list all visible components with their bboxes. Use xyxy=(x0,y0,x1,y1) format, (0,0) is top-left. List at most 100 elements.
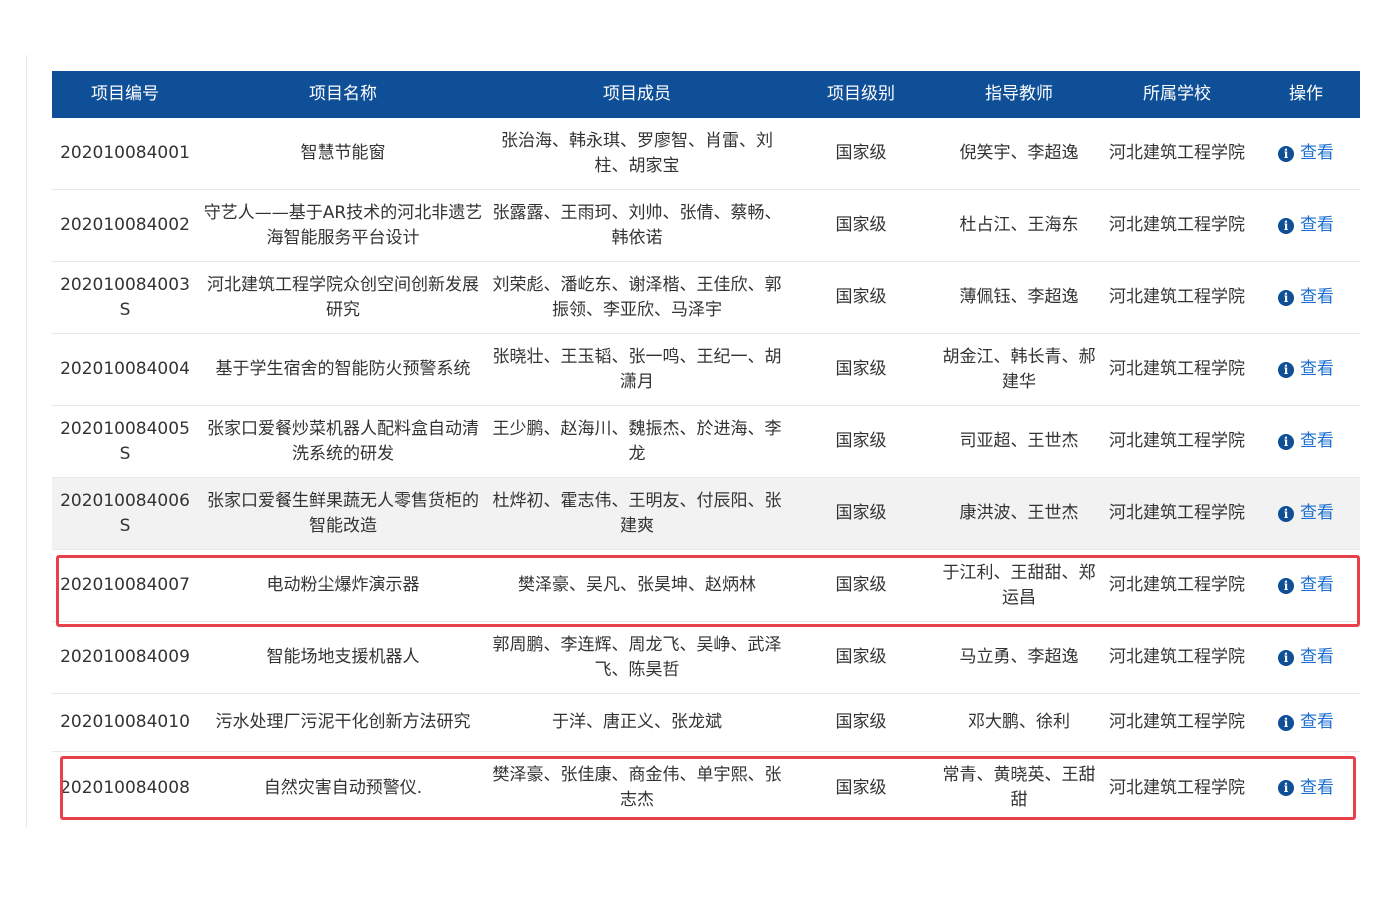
table-row: 202010084008 自然灾害自动预警仪. 樊泽豪、张佳康、商金伟、单宇熙、… xyxy=(52,752,1360,824)
view-label: 查看 xyxy=(1300,431,1334,452)
project-members: 樊泽豪、吴凡、张昊坤、赵炳林 xyxy=(518,575,756,595)
project-advisors: 康洪波、王世杰 xyxy=(959,503,1079,523)
view-link[interactable]: i 查看 xyxy=(1278,141,1334,166)
table-row: 202010084007 电动粉尘爆炸演示器 樊泽豪、吴凡、张昊坤、赵炳林 国家… xyxy=(52,550,1360,622)
table-row: 202010084006S 张家口爱餐生鲜果蔬无人零售货柜的智能改造 杜烨初、霍… xyxy=(52,478,1360,550)
project-id: 202010084001 xyxy=(60,143,190,163)
header-school: 所属学校 xyxy=(1143,84,1211,104)
table-row: 202010084010 污水处理厂污泥干化创新方法研究 于洋、唐正义、张龙斌 … xyxy=(52,694,1360,752)
project-level: 国家级 xyxy=(835,215,887,235)
view-link[interactable]: i 查看 xyxy=(1278,645,1334,670)
table-row: 202010084009 智能场地支援机器人 郭周鹏、李连辉、周龙飞、吴峥、武泽… xyxy=(52,622,1360,694)
table-header: 项目编号 项目名称 项目成员 项目级别 指导教师 所属学校 操作 xyxy=(52,71,1360,118)
header-project-level: 项目级别 xyxy=(827,84,895,104)
project-id: 202010084004 xyxy=(60,359,190,379)
project-members: 郭周鹏、李连辉、周龙飞、吴峥、武泽飞、陈昊哲 xyxy=(492,634,782,680)
project-school: 河北建筑工程学院 xyxy=(1109,143,1245,163)
project-advisors: 杜占江、王海东 xyxy=(959,215,1079,235)
action-cell: i 查看 xyxy=(1252,501,1360,527)
project-school: 河北建筑工程学院 xyxy=(1109,777,1245,798)
project-advisors: 邓大鹏、徐利 xyxy=(968,712,1070,732)
project-level: 国家级 xyxy=(835,287,887,307)
table-row: 202010084003S 河北建筑工程学院众创空间创新发展研究 刘荣彪、潘屹东… xyxy=(52,262,1360,334)
view-label: 查看 xyxy=(1300,647,1334,668)
project-school: 河北建筑工程学院 xyxy=(1109,647,1245,667)
project-advisors: 司亚超、王世杰 xyxy=(959,431,1079,451)
action-cell: i 查看 xyxy=(1252,429,1360,455)
view-label: 查看 xyxy=(1300,503,1334,524)
view-link[interactable]: i 查看 xyxy=(1278,710,1334,735)
project-advisors: 薄佩钰、李超逸 xyxy=(959,287,1079,307)
project-school: 河北建筑工程学院 xyxy=(1109,503,1245,523)
table-row: 202010084001 智慧节能窗 张治海、韩永琪、罗廖智、肖雷、刘柱、胡家宝… xyxy=(52,118,1360,190)
project-name: 张家口爱餐炒菜机器人配料盒自动清洗系统的研发 xyxy=(207,418,479,464)
project-level: 国家级 xyxy=(835,143,887,163)
project-school: 河北建筑工程学院 xyxy=(1109,575,1245,595)
header-project-id: 项目编号 xyxy=(91,84,159,104)
project-advisors: 常青、黄晓英、王甜甜 xyxy=(942,765,1096,810)
project-members: 张晓壮、王玉韬、张一鸣、王纪一、胡潇月 xyxy=(492,346,782,392)
project-school: 河北建筑工程学院 xyxy=(1109,215,1245,235)
view-link[interactable]: i 查看 xyxy=(1278,501,1334,526)
view-label: 查看 xyxy=(1300,575,1334,596)
view-label: 查看 xyxy=(1300,712,1334,733)
project-members: 王少鹏、赵海川、魏振杰、於进海、李龙 xyxy=(492,418,782,464)
view-link[interactable]: i 查看 xyxy=(1278,429,1334,454)
view-label: 查看 xyxy=(1300,143,1334,164)
project-members: 张露露、王雨珂、刘帅、张倩、蔡畅、韩依诺 xyxy=(492,202,782,248)
view-link[interactable]: i 查看 xyxy=(1278,285,1334,310)
view-link[interactable]: i 查看 xyxy=(1278,776,1334,801)
project-name: 张家口爱餐生鲜果蔬无人零售货柜的智能改造 xyxy=(207,490,479,536)
action-cell: i 查看 xyxy=(1252,710,1360,736)
project-id: 202010084002 xyxy=(60,215,190,235)
project-name: 电动粉尘爆炸演示器 xyxy=(266,575,420,595)
project-level: 国家级 xyxy=(835,359,887,379)
view-link[interactable]: i 查看 xyxy=(1278,213,1334,238)
info-circle-icon: i xyxy=(1278,577,1294,594)
view-link[interactable]: i 查看 xyxy=(1278,573,1334,598)
view-label: 查看 xyxy=(1300,215,1334,236)
project-members: 张治海、韩永琪、罗廖智、肖雷、刘柱、胡家宝 xyxy=(501,130,773,176)
page: 项目编号 项目名称 项目成员 项目级别 指导教师 所属学校 操作 2020100… xyxy=(0,0,1397,904)
project-name: 基于学生宿舍的智能防火预警系统 xyxy=(215,359,471,379)
view-label: 查看 xyxy=(1300,287,1334,308)
project-level: 国家级 xyxy=(835,503,887,523)
action-cell: i 查看 xyxy=(1252,213,1360,239)
left-divider xyxy=(26,55,27,827)
project-id: 202010084003S xyxy=(60,274,190,320)
table-row: 202010084002 守艺人——基于AR技术的河北非遗艺海智能服务平台设计 … xyxy=(52,190,1360,262)
project-advisors: 胡金江、韩长青、郝建华 xyxy=(942,346,1096,392)
project-level: 国家级 xyxy=(835,575,887,595)
project-school: 河北建筑工程学院 xyxy=(1109,287,1245,307)
project-members: 刘荣彪、潘屹东、谢泽楷、王佳欣、郭振领、李亚欣、马泽宇 xyxy=(492,274,782,320)
projects-table: 项目编号 项目名称 项目成员 项目级别 指导教师 所属学校 操作 2020100… xyxy=(52,71,1360,824)
project-id: 202010084007 xyxy=(60,575,190,595)
project-id: 202010084010 xyxy=(60,712,190,732)
project-name: 污水处理厂污泥干化创新方法研究 xyxy=(215,712,471,732)
project-advisors: 于江利、王甜甜、郑运昌 xyxy=(942,562,1096,608)
project-members: 杜烨初、霍志伟、王明友、付辰阳、张建爽 xyxy=(492,490,782,536)
project-name: 河北建筑工程学院众创空间创新发展研究 xyxy=(207,274,479,320)
project-level: 国家级 xyxy=(835,712,887,732)
action-cell: i 查看 xyxy=(1252,645,1360,671)
info-circle-icon: i xyxy=(1278,714,1294,731)
project-name: 智能场地支援机器人 xyxy=(266,647,420,667)
info-circle-icon: i xyxy=(1278,361,1294,378)
project-members: 樊泽豪、张佳康、商金伟、单宇熙、张志杰 xyxy=(492,765,782,810)
project-name: 守艺人——基于AR技术的河北非遗艺海智能服务平台设计 xyxy=(203,202,483,248)
info-circle-icon: i xyxy=(1278,780,1294,797)
header-project-name: 项目名称 xyxy=(309,84,377,104)
info-circle-icon: i xyxy=(1278,217,1294,234)
header-action: 操作 xyxy=(1289,84,1323,104)
project-school: 河北建筑工程学院 xyxy=(1109,712,1245,732)
info-circle-icon: i xyxy=(1278,649,1294,666)
project-name: 自然灾害自动预警仪. xyxy=(263,777,423,798)
table-row: 202010084005S 张家口爱餐炒菜机器人配料盒自动清洗系统的研发 王少鹏… xyxy=(52,406,1360,478)
table-row: 202010084004 基于学生宿舍的智能防火预警系统 张晓壮、王玉韬、张一鸣… xyxy=(52,334,1360,406)
action-cell: i 查看 xyxy=(1252,775,1360,801)
project-id: 202010084009 xyxy=(60,647,190,667)
action-cell: i 查看 xyxy=(1252,573,1360,599)
project-advisors: 马立勇、李超逸 xyxy=(959,647,1079,667)
view-link[interactable]: i 查看 xyxy=(1278,357,1334,382)
action-cell: i 查看 xyxy=(1252,285,1360,311)
